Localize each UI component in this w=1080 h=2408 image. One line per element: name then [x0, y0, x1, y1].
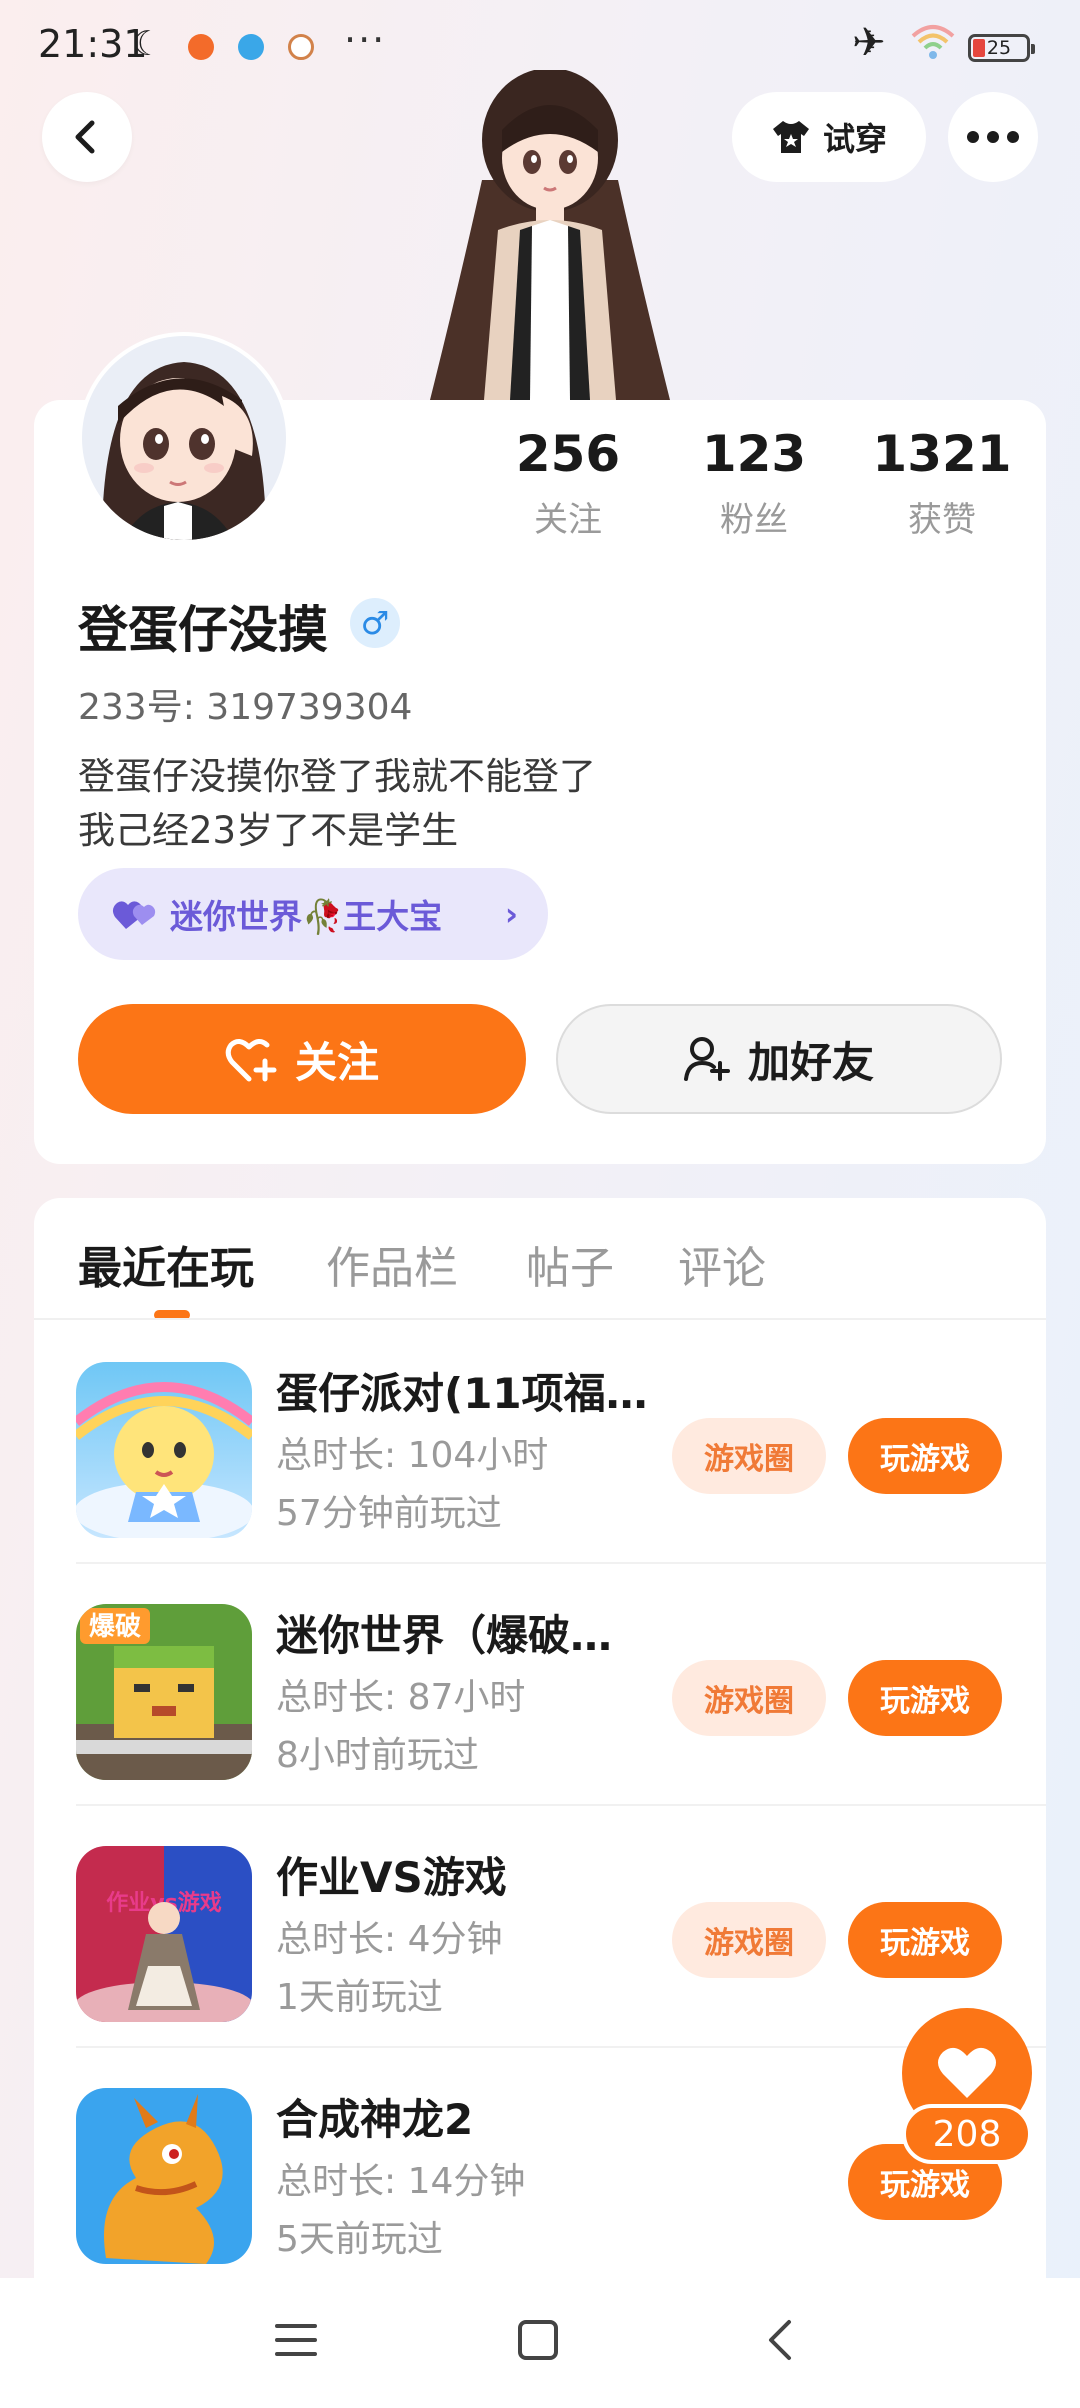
game-circle-button[interactable]: 游戏圈	[672, 1902, 826, 1978]
stat-followers[interactable]: 123 粉丝	[674, 424, 834, 541]
game-list-item[interactable]: 爆破 迷你世界（爆破… 总时长: 87小时 8小时前玩过 游戏圈 玩游戏	[34, 1564, 1046, 1806]
more-notifications-icon: ···	[344, 18, 387, 62]
notification-app-icon	[188, 34, 214, 60]
play-game-button[interactable]: 玩游戏	[848, 1418, 1002, 1494]
svg-text:爆破: 爆破	[89, 1612, 141, 1642]
likes-count: 1321	[872, 425, 1012, 483]
dragon-icon[interactable]	[76, 2088, 252, 2264]
stat-following[interactable]: 256 关注	[488, 424, 648, 541]
dnd-moon-icon: ☾	[132, 24, 163, 64]
more-dots-icon	[967, 131, 1019, 143]
like-count-badge: 208	[902, 2104, 1032, 2164]
add-friend-label: 加好友	[747, 1037, 874, 1087]
bond-tag[interactable]: 迷你世界🥀王大宝 ›	[78, 868, 548, 960]
user-id[interactable]: 233号: 319739304	[78, 678, 412, 730]
play-game-button[interactable]: 玩游戏	[848, 1902, 1002, 1978]
following-label: 关注	[534, 500, 602, 540]
try-on-label: 试穿	[822, 120, 887, 158]
play-game-button[interactable]: 玩游戏	[848, 1660, 1002, 1736]
follow-label: 关注	[294, 1037, 379, 1087]
back-chevron-icon	[769, 2320, 791, 2360]
double-heart-icon	[112, 901, 156, 929]
game-duration: 总时长: 87小时	[276, 1677, 526, 1718]
homework-vs-game-icon[interactable]: 作业vs游戏	[76, 1846, 252, 2022]
menu-icon	[275, 2324, 317, 2356]
notification-app-icon	[288, 34, 314, 60]
bond-tag-label: 迷你世界🥀王大宝	[170, 897, 443, 936]
wifi-icon	[911, 25, 955, 59]
tab-comments[interactable]: 评论	[678, 1232, 766, 1296]
followers-count: 123	[701, 425, 807, 483]
more-options-button[interactable]	[948, 92, 1038, 182]
eggy-party-icon[interactable]	[76, 1362, 252, 1538]
game-list-item[interactable]: 作业vs游戏 作业VS游戏 总时长: 4分钟 1天前玩过 游戏圈 玩游戏	[34, 1806, 1046, 2048]
game-title: 作业VS游戏	[276, 1853, 507, 1902]
game-duration: 总时长: 4分钟	[276, 1919, 503, 1960]
game-duration: 总时长: 104小时	[276, 1435, 549, 1476]
user-bio-line: 我己经23岁了不是学生	[78, 809, 459, 852]
game-last-played: 57分钟前玩过	[276, 1493, 502, 1534]
user-bio-line: 登蛋仔没摸你登了我就不能登了	[78, 755, 596, 798]
follow-button[interactable]: 关注	[78, 1004, 526, 1114]
game-last-played: 8小时前玩过	[276, 1735, 479, 1776]
game-title: 迷你世界（爆破…	[276, 1611, 613, 1660]
game-duration: 总时长: 14分钟	[276, 2161, 526, 2202]
game-circle-button[interactable]: 游戏圈	[672, 1418, 826, 1494]
system-back-button[interactable]	[750, 2310, 810, 2370]
game-title: 合成神龙2	[276, 2095, 474, 2144]
game-last-played: 5天前玩过	[276, 2219, 443, 2260]
game-list-item[interactable]: 合成神龙2 总时长: 14分钟 5天前玩过 玩游戏	[34, 2048, 1046, 2290]
notification-app-icon	[238, 34, 264, 60]
tabs-divider	[34, 1318, 1046, 1320]
tab-works[interactable]: 作品栏	[326, 1232, 458, 1296]
user-avatar[interactable]	[78, 332, 290, 544]
male-gender-icon: ♂	[350, 598, 400, 648]
mini-world-icon[interactable]: 爆破	[76, 1604, 252, 1780]
back-arrow-icon	[75, 120, 95, 154]
followers-label: 粉丝	[720, 500, 788, 540]
tab-posts[interactable]: 帖子	[526, 1232, 614, 1296]
home-square-icon	[518, 2320, 558, 2360]
add-user-icon	[683, 1037, 730, 1081]
home-button[interactable]	[508, 2310, 568, 2370]
tshirt-icon	[772, 121, 809, 153]
back-button[interactable]	[42, 92, 132, 182]
game-title: 蛋仔派对(11项福…	[276, 1369, 648, 1418]
likes-label: 获赞	[908, 500, 976, 540]
tab-recently-played[interactable]: 最近在玩	[78, 1232, 254, 1296]
game-list-item[interactable]: 蛋仔派对(11项福… 总时长: 104小时 57分钟前玩过 游戏圈 玩游戏	[34, 1322, 1046, 1564]
heart-plus-icon	[225, 1039, 277, 1082]
try-on-button[interactable]: 试穿	[732, 92, 926, 182]
following-count: 256	[515, 425, 621, 483]
recents-menu-button[interactable]	[266, 2310, 326, 2370]
game-circle-button[interactable]: 游戏圈	[672, 1660, 826, 1736]
airplane-mode-icon: ✈	[852, 20, 886, 66]
game-last-played: 1天前玩过	[276, 1977, 443, 2018]
chevron-right-icon: ›	[504, 895, 518, 933]
stat-likes[interactable]: 1321 获赞	[862, 424, 1022, 541]
user-nickname: 登蛋仔没摸	[78, 601, 328, 659]
character-fullbody-image	[430, 70, 670, 400]
avatar-image	[82, 336, 286, 540]
heart-icon	[938, 2047, 996, 2098]
add-friend-button[interactable]: 加好友	[556, 1004, 1002, 1114]
battery-icon: 25	[968, 34, 1035, 62]
